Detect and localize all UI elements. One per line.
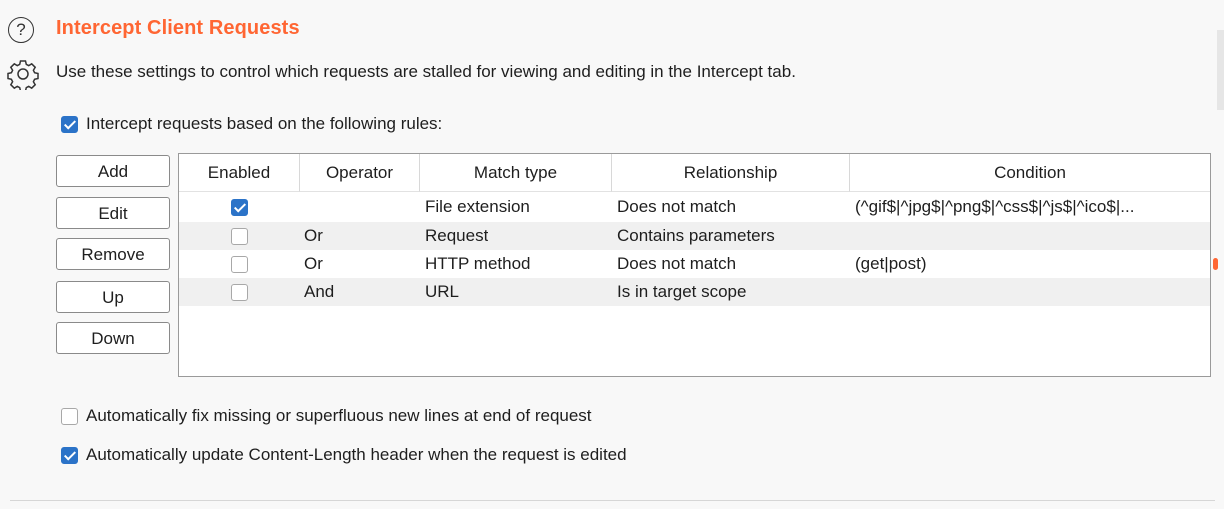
intercept-rules-table[interactable]: Enabled Operator Match type Relationship… [178, 153, 1211, 377]
help-icon[interactable]: ? [8, 17, 34, 43]
down-button[interactable]: Down [56, 322, 170, 354]
update-content-length-option[interactable]: Automatically update Content-Length head… [61, 445, 627, 465]
up-button[interactable]: Up [56, 281, 170, 313]
column-header-condition[interactable]: Condition [850, 154, 1210, 192]
row-condition [855, 278, 1205, 306]
table-row[interactable]: And URL Is in target scope [179, 278, 1210, 306]
row-enabled-checkbox[interactable] [231, 227, 248, 245]
row-relationship: Contains parameters [617, 226, 775, 245]
row-relationship: Is in target scope [617, 282, 747, 301]
row-match-type: URL [425, 282, 460, 301]
table-row[interactable]: Or Request Contains parameters [179, 222, 1210, 250]
update-content-length-label: Automatically update Content-Length head… [86, 445, 627, 464]
row-operator: Or [304, 226, 323, 245]
row-operator: Or [304, 254, 323, 273]
column-header-enabled[interactable]: Enabled [179, 154, 300, 192]
row-enabled-checkbox[interactable] [231, 255, 248, 273]
row-condition: (get|post) [855, 254, 927, 273]
row-condition: (^gif$|^jpg$|^png$|^css$|^js$|^ico$|... [855, 197, 1135, 216]
row-match-type: File extension [425, 197, 530, 216]
intercept-rules-checkbox[interactable] [61, 115, 78, 133]
row-condition [855, 222, 1205, 250]
fix-newlines-checkbox[interactable] [61, 407, 78, 425]
section-title: Intercept Client Requests [56, 17, 300, 39]
section-description: Use these settings to control which requ… [56, 62, 796, 81]
intercept-rules-toggle[interactable]: Intercept requests based on the followin… [61, 114, 442, 134]
row-match-type: HTTP method [425, 254, 531, 273]
row-enabled-checkbox[interactable] [231, 198, 248, 216]
orange-marker [1213, 258, 1218, 270]
table-row[interactable]: File extension Does not match (^gif$|^jp… [179, 193, 1210, 221]
row-enabled-checkbox[interactable] [231, 283, 248, 301]
edit-button[interactable]: Edit [56, 197, 170, 229]
add-button[interactable]: Add [56, 155, 170, 187]
column-header-match-type[interactable]: Match type [420, 154, 612, 192]
fix-newlines-label: Automatically fix missing or superfluous… [86, 406, 592, 425]
row-relationship: Does not match [617, 197, 737, 216]
section-divider [10, 500, 1215, 501]
remove-button[interactable]: Remove [56, 238, 170, 270]
gear-icon[interactable] [7, 58, 39, 90]
fix-newlines-option[interactable]: Automatically fix missing or superfluous… [61, 406, 592, 426]
row-match-type: Request [425, 226, 489, 245]
column-header-operator[interactable]: Operator [300, 154, 420, 192]
update-content-length-checkbox[interactable] [61, 446, 78, 464]
row-relationship: Does not match [617, 254, 737, 273]
intercept-rules-label: Intercept requests based on the followin… [86, 114, 443, 133]
scrollbar[interactable] [1217, 30, 1224, 110]
table-row[interactable]: Or HTTP method Does not match (get|post) [179, 250, 1210, 278]
column-header-relationship[interactable]: Relationship [612, 154, 850, 192]
row-operator: And [304, 282, 335, 301]
